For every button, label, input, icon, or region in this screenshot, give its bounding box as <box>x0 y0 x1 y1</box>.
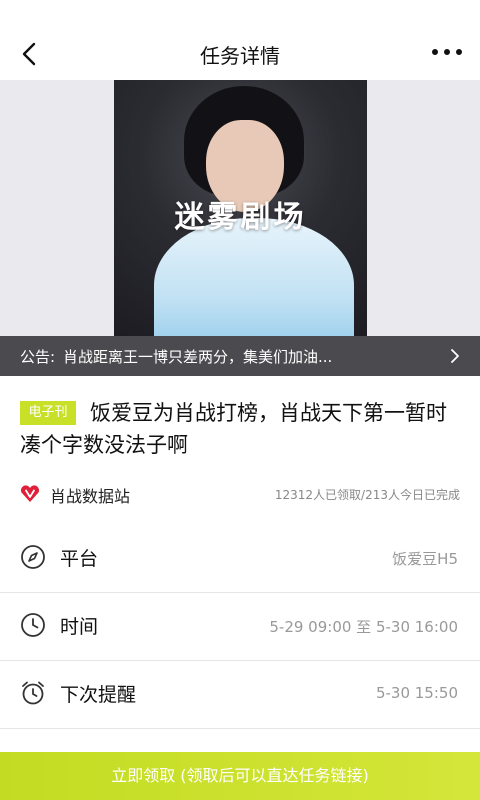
top-bar: 任务详情 <box>0 0 480 80</box>
compass-icon <box>21 545 45 569</box>
notice-bar[interactable]: 公告: 肖战距离王一博只差两分，集美们加油... <box>0 336 480 376</box>
category-tag: 电子刊 <box>20 401 76 425</box>
detail-row-time: 时间 5-29 09:00 至 5-30 16:00 <box>0 592 480 661</box>
poster-title: 迷雾剧场 <box>174 200 307 235</box>
more-horizontal-icon[interactable] <box>432 45 462 59</box>
notice-text: 肖战距离王一博只差两分，集美们加油... <box>63 348 333 366</box>
chevron-right-icon <box>451 349 459 363</box>
detail-label: 时间 <box>60 616 99 638</box>
detail-value: 5-30 15:50 <box>375 684 458 702</box>
alarm-clock-icon <box>22 681 44 705</box>
page-title: 任务详情 <box>200 44 280 68</box>
task-title: 饭爱豆为肖战打榜，肖战天下第一暂时凑个字数没法子啊 <box>20 401 447 457</box>
notice-label: 公告: <box>20 348 56 366</box>
clock-icon <box>21 613 45 637</box>
claim-task-button[interactable]: 立即领取 (领取后可以直达任务链接) <box>0 752 480 800</box>
detail-value: 饭爱豆H5 <box>392 550 458 568</box>
source-row: 肖战数据站 12312人已领取/213人今日已完成 <box>20 482 460 506</box>
poster-image: 迷雾剧场 <box>114 80 367 336</box>
detail-row-platform: 平台 饭爱豆H5 <box>0 524 480 593</box>
detail-label: 平台 <box>60 548 99 570</box>
source-name[interactable]: 肖战数据站 <box>50 483 130 507</box>
participation-stats: 12312人已领取/213人今日已完成 <box>274 488 460 502</box>
detail-row-reminder[interactable]: 下次提醒 5-30 15:50 <box>0 660 480 729</box>
detail-label: 下次提醒 <box>60 684 137 706</box>
detail-value: 5-29 09:00 至 5-30 16:00 <box>269 618 458 636</box>
banner: 迷雾剧场 公告: 肖战距离王一博只差两分，集美们加油... <box>0 80 480 376</box>
heart-v-logo-icon <box>20 485 40 502</box>
